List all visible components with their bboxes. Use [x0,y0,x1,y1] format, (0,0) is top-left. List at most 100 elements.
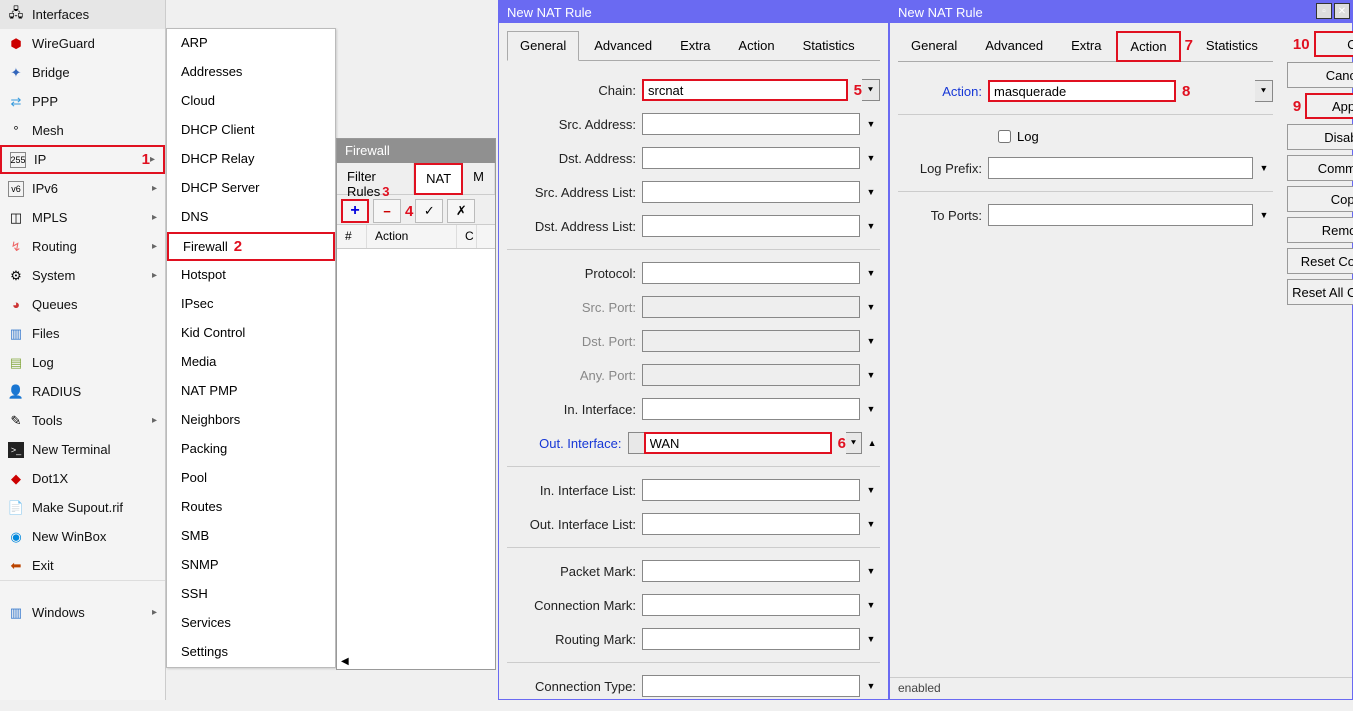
action-dropdown[interactable]: ⯆ [1255,80,1273,102]
remove-button[interactable]: Remove [1287,217,1353,243]
expand-icon[interactable]: ▼ [1255,204,1273,226]
collapse-icon[interactable]: ▲ [864,432,880,454]
expand-icon[interactable]: ▼ [862,628,880,650]
dst-addr-input[interactable] [642,147,860,169]
log-prefix-input[interactable] [988,157,1253,179]
sidebar-item-dot1x[interactable]: ◆Dot1X [0,464,165,493]
sidebar-item-radius[interactable]: 👤RADIUS [0,377,165,406]
reset-counters-button[interactable]: Reset Counters [1287,248,1353,274]
chain-input[interactable] [642,79,848,101]
submenu-settings[interactable]: Settings [167,638,335,667]
submenu-neighbors[interactable]: Neighbors [167,406,335,435]
reset-all-counters-button[interactable]: Reset All Counters [1287,279,1353,305]
sidebar-item-bridge[interactable]: ✦Bridge [0,58,165,87]
expand-icon[interactable]: ▼ [862,113,880,135]
expand-icon[interactable]: ▼ [862,513,880,535]
sidebar-item-supout[interactable]: 📄Make Supout.rif [0,493,165,522]
tab-nat[interactable]: NAT [414,163,463,195]
tab-general[interactable]: General [507,31,579,61]
sidebar-item-files[interactable]: ▥Files [0,319,165,348]
expand-icon[interactable]: ▼ [862,147,880,169]
tab-filter-rules[interactable]: Filter Rules3 [337,163,414,194]
submenu-addresses[interactable]: Addresses [167,58,335,87]
submenu-services[interactable]: Services [167,609,335,638]
submenu-media[interactable]: Media [167,348,335,377]
sidebar-item-tools[interactable]: ✎Tools▸ [0,406,165,435]
col-action[interactable]: Action [367,225,457,248]
submenu-dhcp-client[interactable]: DHCP Client [167,116,335,145]
expand-icon[interactable]: ▼ [862,675,880,697]
expand-icon[interactable]: ▼ [862,479,880,501]
expand-icon[interactable]: ▼ [862,330,880,352]
disable-button[interactable]: ✗ [447,199,475,223]
enable-button[interactable]: ✓ [415,199,443,223]
sidebar-item-queues[interactable]: ◕Queues [0,290,165,319]
log-checkbox[interactable] [998,130,1011,143]
copy-button[interactable]: Copy [1287,186,1353,212]
sidebar-item-mesh[interactable]: °Mesh [0,116,165,145]
tab-action[interactable]: Action [725,31,787,60]
submenu-cloud[interactable]: Cloud [167,87,335,116]
tab-extra[interactable]: Extra [1058,31,1114,61]
col-c[interactable]: C [457,225,477,248]
submenu-routes[interactable]: Routes [167,493,335,522]
tab-extra[interactable]: Extra [667,31,723,60]
sidebar-item-winbox[interactable]: ◉New WinBox [0,522,165,551]
out-iface-input[interactable] [644,432,832,454]
expand-icon[interactable]: ▼ [862,398,880,420]
submenu-dns[interactable]: DNS [167,203,335,232]
sidebar-item-routing[interactable]: ↯Routing▸ [0,232,165,261]
expand-icon[interactable]: ▼ [862,364,880,386]
expand-icon[interactable]: ▼ [862,296,880,318]
src-port-input[interactable] [642,296,860,318]
sidebar-item-ppp[interactable]: ⇄PPP [0,87,165,116]
in-iface-input[interactable] [642,398,860,420]
submenu-pool[interactable]: Pool [167,464,335,493]
minimize-button[interactable]: ▫ [1316,3,1332,19]
tab-advanced[interactable]: Advanced [972,31,1056,61]
expand-icon[interactable]: ▼ [862,181,880,203]
protocol-input[interactable] [642,262,860,284]
submenu-dhcp-server[interactable]: DHCP Server [167,174,335,203]
src-addr-input[interactable] [642,113,860,135]
sidebar-item-wireguard[interactable]: ⬢WireGuard [0,29,165,58]
submenu-kid-control[interactable]: Kid Control [167,319,335,348]
packet-mark-input[interactable] [642,560,860,582]
sidebar-item-ip[interactable]: 255IP1▸ [0,145,165,174]
conn-mark-input[interactable] [642,594,860,616]
expand-icon[interactable]: ▼ [862,215,880,237]
expand-icon[interactable]: ▼ [862,560,880,582]
conn-type-input[interactable] [642,675,860,697]
sidebar-item-terminal[interactable]: >_New Terminal [0,435,165,464]
submenu-packing[interactable]: Packing [167,435,335,464]
close-button[interactable]: ✕ [1334,3,1350,19]
src-addr-list-input[interactable] [642,181,860,203]
tab-mangle[interactable]: M [463,163,495,194]
sidebar-item-exit[interactable]: ⬅Exit [0,551,165,580]
add-button[interactable]: + [341,199,369,223]
tab-advanced[interactable]: Advanced [581,31,665,60]
in-iface-list-input[interactable] [642,479,860,501]
dst-port-input[interactable] [642,330,860,352]
to-ports-input[interactable] [988,204,1253,226]
expand-icon[interactable]: ▼ [1255,157,1273,179]
routing-mark-input[interactable] [642,628,860,650]
sidebar-item-system[interactable]: ⚙System▸ [0,261,165,290]
tab-statistics[interactable]: Statistics [790,31,868,60]
sidebar-item-windows[interactable]: ▥Windows▸ [0,598,165,627]
submenu-snmp[interactable]: SNMP [167,551,335,580]
apply-button[interactable]: Apply [1305,93,1353,119]
sidebar-item-log[interactable]: ▤Log [0,348,165,377]
submenu-smb[interactable]: SMB [167,522,335,551]
expand-icon[interactable]: ▼ [862,262,880,284]
submenu-hotspot[interactable]: Hotspot [167,261,335,290]
col-number[interactable]: # [337,225,367,248]
out-iface-list-input[interactable] [642,513,860,535]
dst-addr-list-input[interactable] [642,215,860,237]
sidebar-item-interfaces[interactable]: 🖧Interfaces [0,0,165,29]
remove-button[interactable]: − [373,199,401,223]
cancel-button[interactable]: Cancel [1287,62,1353,88]
tab-action[interactable]: Action [1116,31,1180,62]
submenu-ipsec[interactable]: IPsec [167,290,335,319]
submenu-nat-pmp[interactable]: NAT PMP [167,377,335,406]
